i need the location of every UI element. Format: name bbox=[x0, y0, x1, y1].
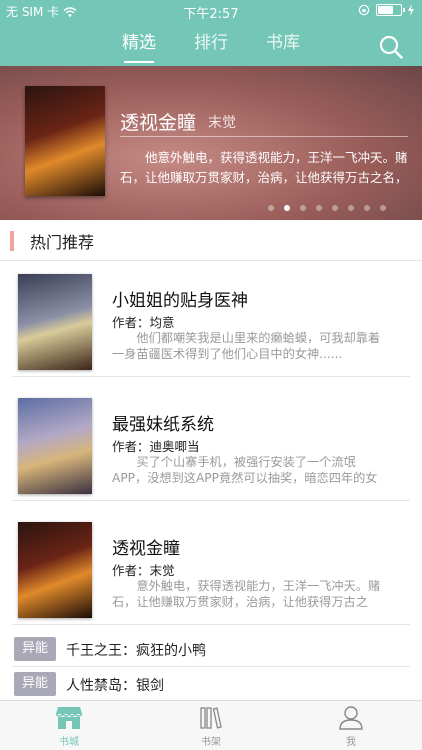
book-author: 作者：末觉 bbox=[112, 560, 175, 579]
banner-book-title: 透视金瞳 bbox=[120, 112, 197, 134]
search-icon[interactable] bbox=[378, 34, 404, 60]
book-title: 最强妹纸系统 bbox=[112, 415, 214, 435]
author-name: 末觉 bbox=[149, 563, 175, 578]
section-title: 热门推荐 bbox=[30, 233, 95, 252]
book-title: 小姐姐的贴身医神 bbox=[112, 291, 248, 311]
page-dot[interactable] bbox=[300, 205, 306, 211]
status-bar: 无 SIM 卡 下午2:57 bbox=[0, 0, 422, 22]
nav-profile[interactable]: 我 bbox=[316, 705, 386, 748]
book-author: 作者：均意 bbox=[112, 312, 175, 331]
author-label: 作者： bbox=[112, 563, 150, 578]
book-item[interactable]: 小姐姐的贴身医神 作者：均意 他们都嘲笑我是山里来的癞蛤蟆，可我却靠着一身苗疆医… bbox=[0, 260, 422, 384]
book-title: 透视金瞳 bbox=[112, 539, 180, 559]
hot-recommend-header: 热门推荐 bbox=[0, 228, 422, 252]
page-dot[interactable] bbox=[316, 205, 322, 211]
book-item[interactable]: 透视金瞳 作者：末觉 意外触电，获得透视能力，王洋一飞冲天。赌石，让他赚取万贯家… bbox=[0, 508, 422, 632]
page-dot[interactable] bbox=[348, 205, 354, 211]
category-tabs: 精选 排行 书库 bbox=[0, 28, 422, 63]
author-label: 作者： bbox=[112, 315, 150, 330]
page-dot-active[interactable] bbox=[284, 205, 290, 211]
tag-book-title: 千王之王：疯狂的小鸭 bbox=[66, 643, 206, 659]
bottom-tab-bar: 书城 书架 我 bbox=[0, 700, 422, 750]
tab-ranking[interactable]: 排行 bbox=[194, 28, 228, 59]
nav-label: 书架 bbox=[201, 737, 221, 748]
page-dot[interactable] bbox=[332, 205, 338, 211]
divider bbox=[12, 624, 410, 625]
book-cover[interactable] bbox=[18, 274, 92, 370]
banner-book-description: 他意外触电，获得透视能力，王洋一飞冲天。赌石，让他赚取万贯家财，治病，让他获得万… bbox=[120, 150, 408, 185]
book-cover[interactable] bbox=[18, 398, 92, 494]
page-dot[interactable] bbox=[380, 205, 386, 211]
genre-tag: 异能 bbox=[14, 672, 56, 696]
book-description: 意外触电，获得透视能力，王洋一飞冲天。赌石，让他赚取万贯家财，治病，让他获得万古… bbox=[112, 579, 381, 609]
status-right bbox=[358, 4, 414, 16]
banner-divider bbox=[120, 136, 408, 137]
banner-book-author: 末觉 bbox=[208, 115, 236, 131]
banner-page-indicator bbox=[268, 205, 386, 211]
book-cover[interactable] bbox=[18, 522, 92, 618]
book-item[interactable]: 最强妹纸系统 作者：迪奥唧当 买了个山寨手机，被强行安装了一个流氓APP，没想到… bbox=[0, 384, 422, 508]
tag-book-title: 人性禁岛：银剑 bbox=[66, 678, 164, 694]
charging-icon bbox=[408, 4, 414, 16]
book-description: 买了个山寨手机，被强行安装了一个流氓APP，没想到这APP竟然可以抽奖，暗恋四年… bbox=[112, 455, 378, 485]
book-author: 作者：迪奥唧当 bbox=[112, 436, 200, 455]
page-dot[interactable] bbox=[364, 205, 370, 211]
section-marker bbox=[10, 231, 14, 251]
nav-bookstore[interactable]: 书城 bbox=[34, 705, 104, 748]
divider bbox=[12, 500, 410, 501]
page-dot[interactable] bbox=[268, 205, 274, 211]
author-name: 迪奥唧当 bbox=[149, 439, 200, 454]
store-icon bbox=[55, 707, 83, 729]
orientation-lock-icon bbox=[358, 4, 370, 16]
top-header: 无 SIM 卡 下午2:57 精选 排行 书库 bbox=[0, 0, 422, 66]
book-description: 他们都嘲笑我是山里来的癞蛤蟆，可我却靠着一身苗疆医术得到了他们心目中的女神...… bbox=[112, 331, 381, 361]
tab-library[interactable]: 书库 bbox=[266, 28, 300, 59]
nav-label: 我 bbox=[346, 737, 356, 748]
tag-book-row[interactable]: 异能 千王之王：疯狂的小鸭 bbox=[0, 632, 422, 666]
nav-label: 书城 bbox=[59, 737, 79, 748]
divider bbox=[12, 376, 410, 377]
tag-book-row[interactable]: 异能 人性禁岛：银剑 bbox=[0, 667, 422, 701]
tab-featured[interactable]: 精选 bbox=[122, 28, 156, 63]
genre-tag: 异能 bbox=[14, 637, 56, 661]
bookshelf-icon bbox=[200, 707, 222, 729]
battery-icon bbox=[376, 4, 405, 16]
banner-book-cover[interactable] bbox=[25, 86, 105, 196]
author-label: 作者： bbox=[112, 439, 150, 454]
nav-bookshelf[interactable]: 书架 bbox=[176, 705, 246, 748]
featured-banner[interactable]: 透视金瞳 末觉 他意外触电，获得透视能力，王洋一飞冲天。赌石，让他赚取万贯家财，… bbox=[0, 66, 422, 220]
user-icon bbox=[339, 706, 363, 730]
author-name: 均意 bbox=[149, 315, 175, 330]
